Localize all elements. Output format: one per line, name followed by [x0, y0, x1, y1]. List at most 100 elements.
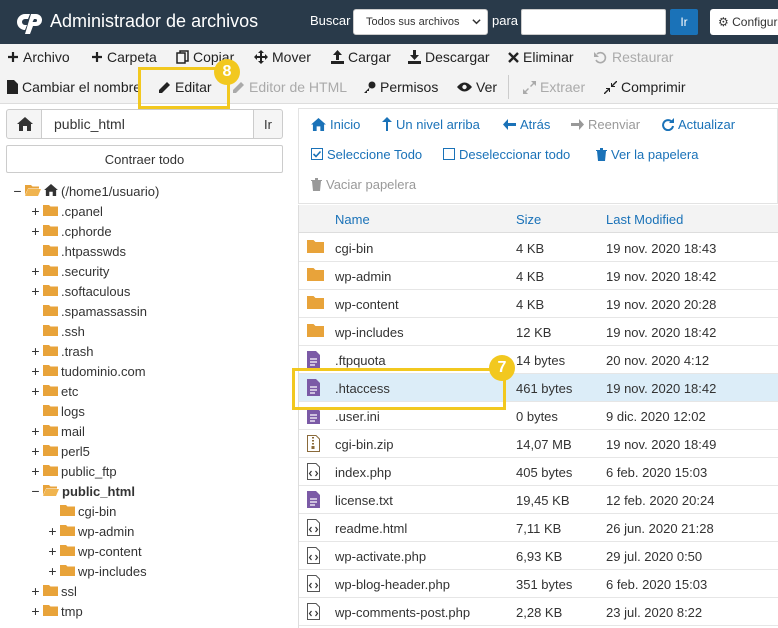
- expand-toggle-icon[interactable]: +: [30, 603, 41, 619]
- settings-button[interactable]: ⚙ Configura: [710, 9, 778, 35]
- table-row[interactable]: wp-comments-post.php 2,28 KB 23 jul. 2020 …: [299, 598, 778, 626]
- step-badge-edit: 8: [214, 59, 240, 85]
- deselect-all-button[interactable]: Deseleccionar todo: [443, 144, 570, 164]
- html-editor-button[interactable]: Editor de HTML: [232, 74, 347, 100]
- new-file-button[interactable]: Archivo: [7, 44, 70, 70]
- tree-item[interactable]: .ssh: [30, 321, 85, 341]
- expand-toggle-icon[interactable]: +: [30, 263, 41, 279]
- tree-item[interactable]: .htpasswds: [30, 241, 126, 261]
- table-row[interactable]: wp-includes 12 KB 19 nov. 2020 18:42: [299, 318, 778, 346]
- expand-toggle-icon[interactable]: +: [30, 443, 41, 459]
- compress-button[interactable]: Comprimir: [604, 74, 686, 100]
- table-row[interactable]: index.php 405 bytes 6 feb. 2020 15:03: [299, 458, 778, 486]
- tree-item[interactable]: cgi-bin: [47, 501, 116, 521]
- refresh-button[interactable]: Actualizar: [661, 114, 735, 134]
- tree-item[interactable]: + .security: [30, 261, 109, 281]
- tree-item[interactable]: + .trash: [30, 341, 93, 361]
- tree-item[interactable]: − (/home1/usuario): [12, 181, 159, 201]
- tree-item[interactable]: + perl5: [30, 441, 90, 461]
- tree-item[interactable]: + wp-includes: [47, 561, 146, 581]
- folder-icon: [43, 384, 58, 399]
- delete-button[interactable]: Eliminar: [508, 44, 574, 70]
- upload-button[interactable]: Cargar: [331, 44, 391, 70]
- tree-item[interactable]: − public_html: [30, 481, 135, 501]
- folder-open-icon: [43, 484, 59, 499]
- tree-item[interactable]: + wp-content: [47, 541, 141, 561]
- expand-toggle-icon[interactable]: +: [30, 283, 41, 299]
- folder-icon: [43, 244, 58, 259]
- rename-button[interactable]: Cambiar el nombre: [7, 74, 141, 100]
- up-one-level-button[interactable]: Un nivel arriba: [382, 114, 480, 134]
- tree-item[interactable]: + ssl: [30, 581, 76, 601]
- table-row[interactable]: readme.html 7,11 KB 26 jun. 2020 21:28: [299, 514, 778, 542]
- expand-toggle-icon[interactable]: +: [47, 543, 58, 559]
- expand-toggle-icon[interactable]: +: [30, 363, 41, 379]
- search-scope-select[interactable]: Todos sus archivos: [353, 9, 488, 35]
- permissions-button[interactable]: Permisos: [363, 74, 438, 100]
- expand-toggle-icon[interactable]: +: [30, 223, 41, 239]
- tree-item[interactable]: .spamassassin: [30, 301, 147, 321]
- collapse-toggle-icon[interactable]: −: [30, 483, 41, 499]
- forward-button[interactable]: Reenviar: [571, 114, 640, 134]
- expand-toggle-icon[interactable]: +: [30, 203, 41, 219]
- back-button[interactable]: Atrás: [503, 114, 550, 134]
- checkbox-checked-icon: [311, 148, 323, 160]
- file-name-cell: license.txt: [335, 493, 393, 508]
- table-header: Name Size Last Modified: [299, 205, 778, 233]
- download-button[interactable]: Descargar: [408, 44, 490, 70]
- tree-item-label: .softaculous: [61, 283, 131, 299]
- select-all-button[interactable]: Seleccione Todo: [311, 144, 422, 164]
- search-go-button[interactable]: Ir: [670, 9, 698, 35]
- tree-item[interactable]: + tmp: [30, 601, 82, 621]
- restore-button[interactable]: Restaurar: [594, 44, 673, 70]
- up-one-level-label: Un nivel arriba: [396, 116, 480, 132]
- view-trash-button[interactable]: Ver la papelera: [596, 144, 698, 164]
- table-row[interactable]: wp-content 4 KB 19 nov. 2020 20:28: [299, 290, 778, 318]
- column-size[interactable]: Size: [516, 212, 541, 227]
- tree-item-label: .cpanel: [61, 203, 103, 219]
- tree-item[interactable]: + public_ftp: [30, 461, 116, 481]
- table-row[interactable]: license.txt 19,45 KB 12 feb. 2020 20:24: [299, 486, 778, 514]
- table-row[interactable]: cgi-bin 4 KB 19 nov. 2020 18:43: [299, 234, 778, 262]
- move-button[interactable]: Mover: [254, 44, 311, 70]
- tree-item-label: etc: [61, 383, 79, 399]
- expand-toggle-icon[interactable]: +: [47, 563, 58, 579]
- tree-item[interactable]: + tudominio.com: [30, 361, 145, 381]
- tree-item[interactable]: + .softaculous: [30, 281, 130, 301]
- gear-icon: ⚙: [718, 15, 729, 29]
- expand-toggle-icon[interactable]: +: [30, 343, 41, 359]
- home-nav-button[interactable]: Inicio: [311, 114, 360, 134]
- expand-toggle-icon[interactable]: +: [30, 463, 41, 479]
- table-row[interactable]: wp-activate.php 6,93 KB 29 jul. 2020 0:50: [299, 542, 778, 570]
- path-input[interactable]: public_html: [41, 109, 254, 139]
- file-size-cell: 4 KB: [516, 241, 545, 256]
- search-input[interactable]: [521, 9, 666, 35]
- expand-toggle-icon[interactable]: +: [47, 523, 58, 539]
- tree-item[interactable]: + .cphorde: [30, 221, 111, 241]
- column-last-modified[interactable]: Last Modified: [606, 212, 683, 227]
- delete-label: Eliminar: [523, 49, 574, 65]
- expand-toggle-icon[interactable]: +: [30, 583, 41, 599]
- expand-toggle-icon[interactable]: +: [30, 383, 41, 399]
- empty-trash-button[interactable]: Vaciar papelera: [311, 174, 416, 194]
- table-row[interactable]: cgi-bin.zip 14,07 MB 19 nov. 2020 18:49: [299, 430, 778, 458]
- table-row[interactable]: wp-admin 4 KB 19 nov. 2020 18:42: [299, 262, 778, 290]
- table-row[interactable]: wp-blog-header.php 351 bytes 6 feb. 2020 1…: [299, 570, 778, 598]
- tree-item[interactable]: logs: [30, 401, 85, 421]
- column-name[interactable]: Name: [335, 212, 370, 227]
- file-name-cell: .ftpquota: [335, 353, 386, 368]
- collapse-toggle-icon[interactable]: −: [12, 183, 23, 199]
- deselect-all-label: Deseleccionar todo: [459, 146, 571, 162]
- tree-item[interactable]: + mail: [30, 421, 84, 441]
- view-button[interactable]: Ver: [457, 74, 497, 100]
- expand-toggle-icon[interactable]: +: [30, 423, 41, 439]
- tree-item[interactable]: + wp-admin: [47, 521, 134, 541]
- extract-button[interactable]: Extraer: [523, 74, 585, 100]
- collapse-all-button[interactable]: Contraer todo: [6, 145, 283, 173]
- tree-home-button[interactable]: [6, 109, 42, 139]
- file-name-cell: cgi-bin: [335, 241, 374, 256]
- tree-item[interactable]: + .cpanel: [30, 201, 103, 221]
- tree-item[interactable]: + etc: [30, 381, 78, 401]
- path-go-button[interactable]: Ir: [253, 109, 283, 139]
- file-code-icon: [307, 603, 320, 623]
